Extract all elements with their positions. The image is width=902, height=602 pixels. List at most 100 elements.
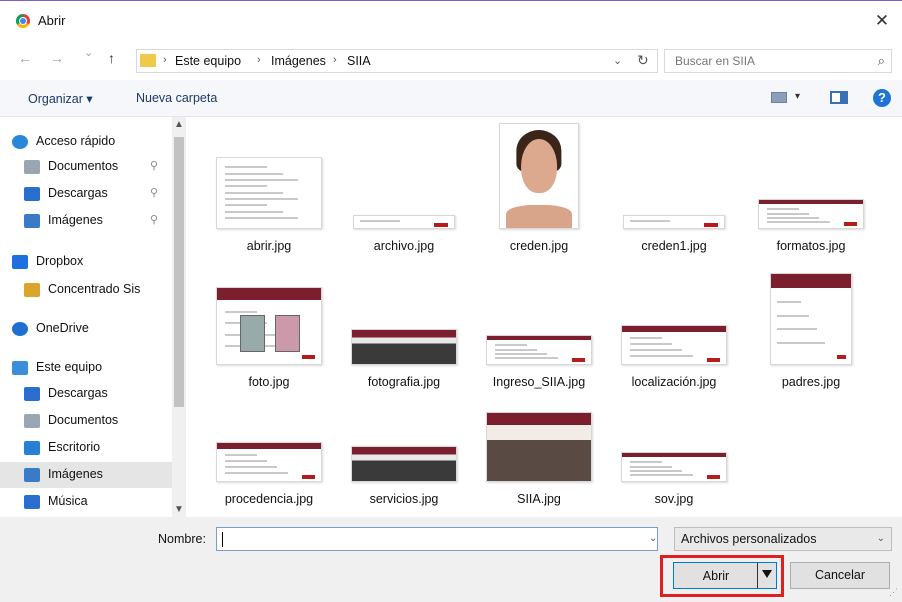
- sidebar-item[interactable]: Este equipo: [0, 355, 172, 381]
- open-button[interactable]: Abrir: [673, 562, 777, 589]
- file-thumbnail: [353, 215, 455, 229]
- text-caret: [222, 532, 223, 547]
- file-item[interactable]: creden1.jpg: [609, 129, 739, 257]
- search-placeholder: Buscar en SIIA: [675, 54, 756, 68]
- pin-icon[interactable]: ⚲: [150, 213, 158, 226]
- document-icon: [24, 414, 40, 428]
- view-options-icon[interactable]: [771, 92, 787, 103]
- sidebar-item[interactable]: Descargas: [0, 381, 172, 407]
- search-icon[interactable]: ⌕: [878, 53, 885, 69]
- pin-icon[interactable]: ⚲: [150, 186, 158, 199]
- file-name: servicios.jpg: [369, 492, 439, 506]
- pin-icon[interactable]: ⚲: [150, 159, 158, 172]
- cancel-button[interactable]: Cancelar: [790, 562, 890, 589]
- sidebar-item-label: OneDrive: [36, 321, 89, 335]
- up-arrow-icon[interactable]: ↑: [108, 50, 115, 66]
- refresh-icon[interactable]: ↻: [637, 52, 649, 69]
- scroll-down-icon[interactable]: ▼: [172, 504, 186, 515]
- open-split-dropdown[interactable]: [757, 563, 776, 588]
- file-item[interactable]: localización.jpg: [609, 265, 739, 393]
- sidebar-item[interactable]: OneDrive: [0, 316, 172, 342]
- file-item[interactable]: padres.jpg: [746, 265, 876, 393]
- recent-locations-icon[interactable]: ⌄: [84, 46, 93, 59]
- file-name-input[interactable]: ⌄: [216, 527, 658, 551]
- sidebar-item[interactable]: Escritorio: [0, 435, 172, 461]
- file-name: creden1.jpg: [641, 239, 707, 253]
- sidebar-item-label: Documentos: [48, 159, 119, 173]
- file-thumbnail: [621, 452, 727, 482]
- file-item[interactable]: foto.jpg: [204, 265, 334, 393]
- file-item[interactable]: procedencia.jpg: [204, 382, 334, 510]
- file-thumbnail: [351, 446, 457, 482]
- chevron-down-icon: ⌄: [876, 533, 885, 544]
- window-title: Abrir: [38, 13, 66, 28]
- file-thumbnail: [216, 442, 322, 482]
- file-thumbnail: [623, 215, 725, 229]
- breadcrumb-siia[interactable]: SIIA: [347, 54, 371, 68]
- file-name: abrir.jpg: [246, 239, 292, 253]
- new-folder-button[interactable]: Nueva carpeta: [136, 91, 217, 105]
- navigation-pane: Acceso rápido Documentos ⚲ Descargas ⚲ Imágen…: [0, 117, 186, 517]
- desktop-icon: [24, 441, 40, 455]
- sidebar-item-label: Acceso rápido: [36, 134, 116, 148]
- file-item[interactable]: creden.jpg: [474, 123, 604, 257]
- file-item[interactable]: Ingreso_SIIA.jpg: [474, 265, 604, 393]
- sidebar-item[interactable]: Acceso rápido: [0, 129, 172, 155]
- file-name: creden.jpg: [509, 239, 569, 253]
- sidebar-item-label: Concentrado Sis: [48, 282, 141, 296]
- open-button-label: Abrir: [702, 569, 730, 583]
- file-item[interactable]: sov.jpg: [609, 382, 739, 510]
- shared-folder-icon: [24, 283, 40, 297]
- download-icon: [24, 387, 40, 401]
- sidebar-item-label: Escritorio: [48, 440, 101, 454]
- close-icon[interactable]: ✕: [870, 9, 894, 33]
- file-name-label: Nombre:: [158, 532, 206, 546]
- navigation-scrollbar[interactable]: ▲ ▼: [172, 117, 186, 517]
- title-bar: Abrir ✕: [0, 1, 902, 39]
- star-icon: [12, 135, 28, 149]
- address-dropdown-icon[interactable]: ⌄: [613, 54, 622, 67]
- file-thumbnail: [621, 325, 727, 365]
- download-icon: [24, 187, 40, 201]
- sidebar-item[interactable]: Dropbox: [0, 249, 172, 275]
- file-item[interactable]: abrir.jpg: [204, 129, 334, 257]
- help-icon[interactable]: ?: [873, 89, 891, 107]
- file-thumbnail: [486, 335, 592, 365]
- organize-menu[interactable]: Organizar ▾: [28, 91, 93, 106]
- preview-pane-icon[interactable]: [830, 91, 848, 104]
- sidebar-item[interactable]: Documentos: [0, 408, 172, 434]
- sidebar-item[interactable]: Imágenes ⚲: [0, 208, 172, 234]
- chrome-icon: [16, 14, 30, 28]
- file-name: padres.jpg: [781, 375, 841, 389]
- file-item[interactable]: archivo.jpg: [339, 129, 469, 257]
- music-icon: [24, 495, 40, 509]
- file-item[interactable]: fotografia.jpg: [339, 265, 469, 393]
- file-item[interactable]: formatos.jpg: [746, 129, 876, 257]
- sidebar-item[interactable]: Documentos ⚲: [0, 154, 172, 180]
- file-item[interactable]: servicios.jpg: [339, 382, 469, 510]
- forward-arrow-icon[interactable]: →: [50, 50, 64, 66]
- sidebar-item[interactable]: Música: [0, 489, 172, 515]
- sidebar-item[interactable]: Concentrado Sis: [0, 277, 172, 303]
- search-box[interactable]: Buscar en SIIA ⌕: [664, 49, 892, 73]
- breadcrumb-este-equipo[interactable]: Este equipo: [175, 54, 241, 68]
- file-thumbnail: [216, 287, 322, 365]
- resize-grip-icon[interactable]: ⋰: [889, 587, 898, 598]
- sidebar-item[interactable]: Descargas ⚲: [0, 181, 172, 207]
- file-item[interactable]: SIIA.jpg: [474, 382, 604, 510]
- file-name-dropdown-icon[interactable]: ⌄: [649, 533, 657, 544]
- scroll-thumb[interactable]: [174, 137, 184, 407]
- breadcrumb-imagenes[interactable]: Imágenes: [271, 54, 326, 68]
- file-thumbnail: [486, 412, 592, 482]
- back-arrow-icon[interactable]: ←: [18, 50, 32, 66]
- file-type-value: Archivos personalizados: [681, 532, 817, 546]
- file-name: archivo.jpg: [373, 239, 435, 253]
- address-bar[interactable]: › Este equipo › Imágenes › SIIA ⌄ ↻: [136, 49, 658, 73]
- file-name: formatos.jpg: [776, 239, 846, 253]
- view-dropdown-icon[interactable]: ▾: [795, 91, 800, 102]
- scroll-up-icon[interactable]: ▲: [172, 119, 186, 130]
- file-thumbnail: [216, 157, 322, 229]
- sidebar-item[interactable]: Imágenes: [0, 462, 172, 488]
- pictures-icon: [24, 214, 40, 228]
- file-type-select[interactable]: Archivos personalizados ⌄: [674, 527, 892, 551]
